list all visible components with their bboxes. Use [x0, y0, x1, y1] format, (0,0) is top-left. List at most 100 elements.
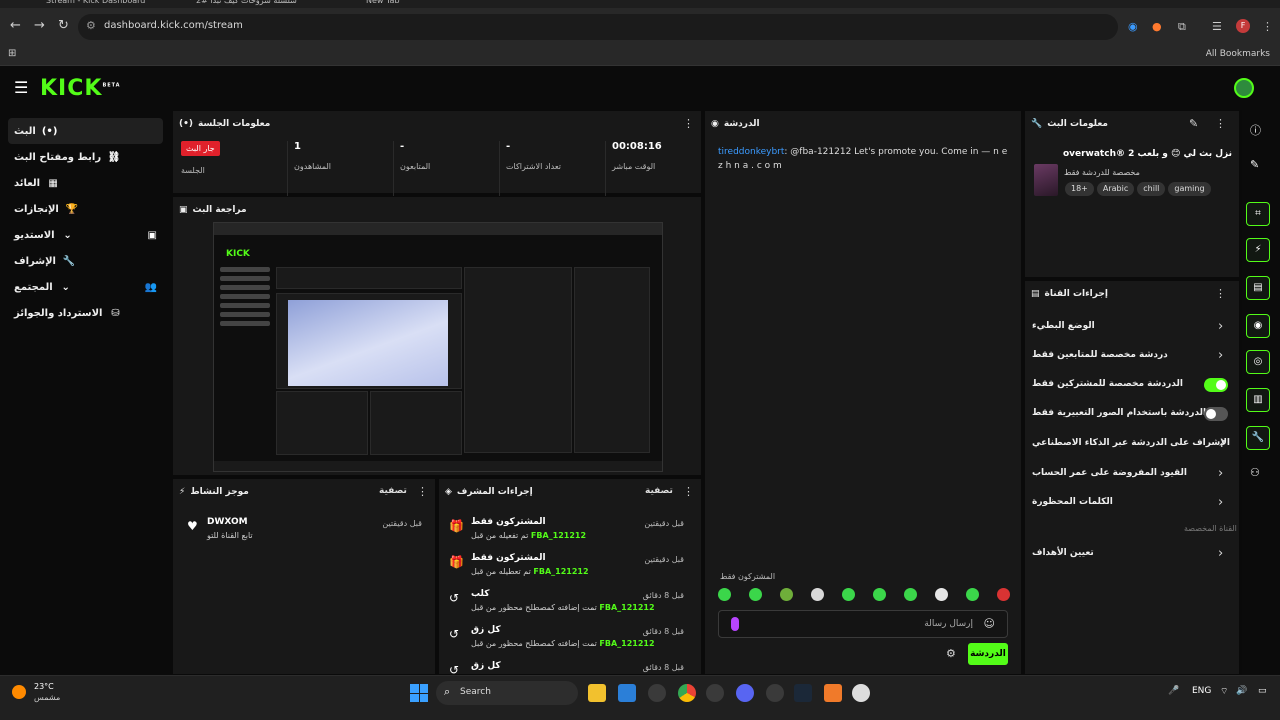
emote-icon[interactable]: [842, 588, 855, 601]
emote-icon[interactable]: [811, 588, 824, 601]
sidebar-item-studio[interactable]: ⌄ الاستديو ▣: [8, 222, 163, 248]
discord-icon[interactable]: [736, 684, 754, 702]
share-icon[interactable]: ⚇: [1250, 466, 1260, 479]
sidebar-item-revenue[interactable]: ▦ العائد: [8, 170, 163, 196]
tag[interactable]: chill: [1137, 182, 1166, 196]
menu-icon[interactable]: ⋮: [1262, 20, 1273, 33]
tag[interactable]: gaming: [1168, 182, 1211, 196]
action-slow-mode[interactable]: الوضع البطيء ›: [1024, 313, 1240, 341]
info-icon[interactable]: ⓘ: [1250, 122, 1261, 138]
hamburger-menu-icon[interactable]: ☰: [14, 78, 28, 97]
obs-icon[interactable]: [852, 684, 870, 702]
stat-label: المتابعون: [400, 162, 431, 171]
network-icon[interactable]: ⌔: [1220, 686, 1228, 697]
emote-icon[interactable]: [935, 588, 948, 601]
app-icon[interactable]: [648, 684, 666, 702]
tag[interactable]: Arabic: [1096, 182, 1135, 196]
app-icon-2[interactable]: [706, 684, 724, 702]
layout-icon[interactable]: ▥: [1246, 388, 1270, 412]
chat-username[interactable]: tireddonkeybrt: [718, 147, 784, 157]
app-icon-3[interactable]: [824, 684, 842, 702]
battery-icon[interactable]: ▭: [1258, 686, 1267, 696]
emote-icon[interactable]: [966, 588, 979, 601]
extension-icon-2[interactable]: ●: [1152, 20, 1162, 33]
pencil-icon[interactable]: ✎: [1250, 158, 1259, 171]
extension-icon[interactable]: ◉: [1128, 20, 1138, 33]
profile-avatar[interactable]: F: [1236, 19, 1250, 33]
action-ai-moderation[interactable]: الإشراف على الدردشة عبر الذكاء الاصطناعي…: [1024, 430, 1240, 458]
mic-icon[interactable]: [731, 617, 739, 631]
store-icon[interactable]: [618, 684, 636, 702]
chat-settings-icon[interactable]: ⚙: [946, 647, 956, 660]
kick-logo[interactable]: KICKBETA: [40, 76, 121, 101]
emote-icon[interactable]: [904, 588, 917, 601]
kebab-menu-icon[interactable]: ⋮: [1215, 117, 1226, 130]
settings-icon[interactable]: [766, 684, 784, 702]
reading-list-icon[interactable]: ☰: [1212, 20, 1222, 33]
mod-action-user[interactable]: FBA_121212: [599, 639, 654, 648]
action-account-age[interactable]: القيود المفروضة على عمر الحساب ›: [1024, 460, 1240, 488]
file-explorer-icon[interactable]: [588, 684, 606, 702]
back-icon[interactable]: ←: [10, 18, 21, 33]
site-info-icon[interactable]: ⚙: [86, 19, 96, 32]
tab-new-tab[interactable]: New Tab: [366, 0, 446, 8]
mic-tray-icon[interactable]: 🎤: [1168, 686, 1179, 696]
user-avatar[interactable]: [1234, 78, 1254, 98]
sidebar-item-rewards[interactable]: ⛁ الاسترداد والجوائز: [8, 300, 163, 326]
kebab-menu-icon[interactable]: ⋮: [683, 485, 694, 498]
stat-viewers: 1 المشاهدون: [287, 141, 387, 196]
subscribers-only-toggle[interactable]: [1204, 378, 1228, 392]
forward-icon[interactable]: →: [34, 18, 45, 33]
bolt-icon[interactable]: ⚡: [1246, 238, 1270, 262]
steam-icon[interactable]: [794, 684, 812, 702]
action-banned-words[interactable]: الكلمات المحظورة ›: [1024, 489, 1240, 517]
edit-icon[interactable]: ✎: [1189, 117, 1198, 130]
address-bar[interactable]: ⚙ dashboard.kick.com/stream: [78, 14, 1118, 40]
sidebar-item-community[interactable]: ⌄ المجتمع 👥: [8, 274, 163, 300]
emote-icon[interactable]: [780, 588, 793, 601]
kebab-menu-icon[interactable]: ⋮: [417, 485, 428, 498]
filter-button[interactable]: تصفية: [645, 486, 673, 496]
emote-icon[interactable]: [997, 588, 1010, 601]
tab-youtube[interactable]: سلسلة شروحات كيف تبدا #2: [196, 0, 326, 8]
taskbar-search[interactable]: ⌕ Search: [436, 681, 578, 705]
weather-sun-icon[interactable]: [12, 685, 26, 699]
emote-only-toggle[interactable]: [1204, 407, 1228, 421]
wrench-icon[interactable]: 🔧: [1246, 426, 1270, 450]
tag[interactable]: 18+: [1065, 182, 1094, 196]
send-chat-button[interactable]: الدردشة: [968, 643, 1008, 665]
tab-kick-dashboard[interactable]: Stream - Kick Dashboard: [46, 0, 146, 8]
action-followers-only[interactable]: دردشة مخصصة للمتابعين فقط ›: [1024, 342, 1240, 370]
scan-icon[interactable]: ⌗: [1246, 202, 1270, 226]
broadcast-icon[interactable]: ◎: [1246, 350, 1270, 374]
sidebar-item-moderation[interactable]: 🔧 الإشراف: [8, 248, 163, 274]
action-set-goals[interactable]: تعيين الأهداف ›: [1024, 540, 1240, 568]
chat-icon[interactable]: ◉: [1246, 314, 1270, 338]
kebab-menu-icon[interactable]: ⋮: [683, 117, 694, 130]
windows-start-icon[interactable]: [410, 684, 428, 702]
mod-action-user[interactable]: FBA_121212: [533, 567, 588, 576]
action-emote-only[interactable]: الدردشة باستخدام الصور التعبيرية فقط: [1024, 400, 1240, 428]
emoji-icon[interactable]: ☺: [984, 617, 995, 630]
stream-preview-video[interactable]: KICK: [213, 222, 663, 472]
mod-action-user[interactable]: FBA_121212: [599, 603, 654, 612]
sidebar-item-stream[interactable]: (•) البث: [8, 118, 163, 144]
extensions-puzzle-icon[interactable]: ⧉: [1178, 20, 1186, 34]
kebab-menu-icon[interactable]: ⋮: [1215, 287, 1226, 300]
sidebar-item-stream-key[interactable]: ⛓ رابط ومفتاح البث: [8, 144, 163, 170]
chat-input[interactable]: إرسال رسالة ☺: [718, 610, 1008, 638]
mod-action-user[interactable]: FBA_121212: [531, 531, 586, 540]
language-indicator[interactable]: ENG: [1192, 686, 1211, 696]
emote-icon[interactable]: [873, 588, 886, 601]
document-icon[interactable]: ▤: [1246, 276, 1270, 300]
volume-icon[interactable]: 🔊: [1236, 686, 1247, 696]
all-bookmarks[interactable]: All Bookmarks: [1206, 49, 1270, 59]
action-subscribers-only[interactable]: الدردشة مخصصة للمشتركين فقط: [1024, 371, 1240, 399]
emote-icon[interactable]: [749, 588, 762, 601]
apps-icon[interactable]: ⊞: [8, 48, 16, 59]
filter-button[interactable]: تصفية: [379, 486, 407, 496]
emote-icon[interactable]: [718, 588, 731, 601]
chrome-icon[interactable]: [678, 684, 696, 702]
sidebar-item-achievements[interactable]: 🏆 الإنجازات: [8, 196, 163, 222]
reload-icon[interactable]: ↻: [58, 18, 69, 33]
